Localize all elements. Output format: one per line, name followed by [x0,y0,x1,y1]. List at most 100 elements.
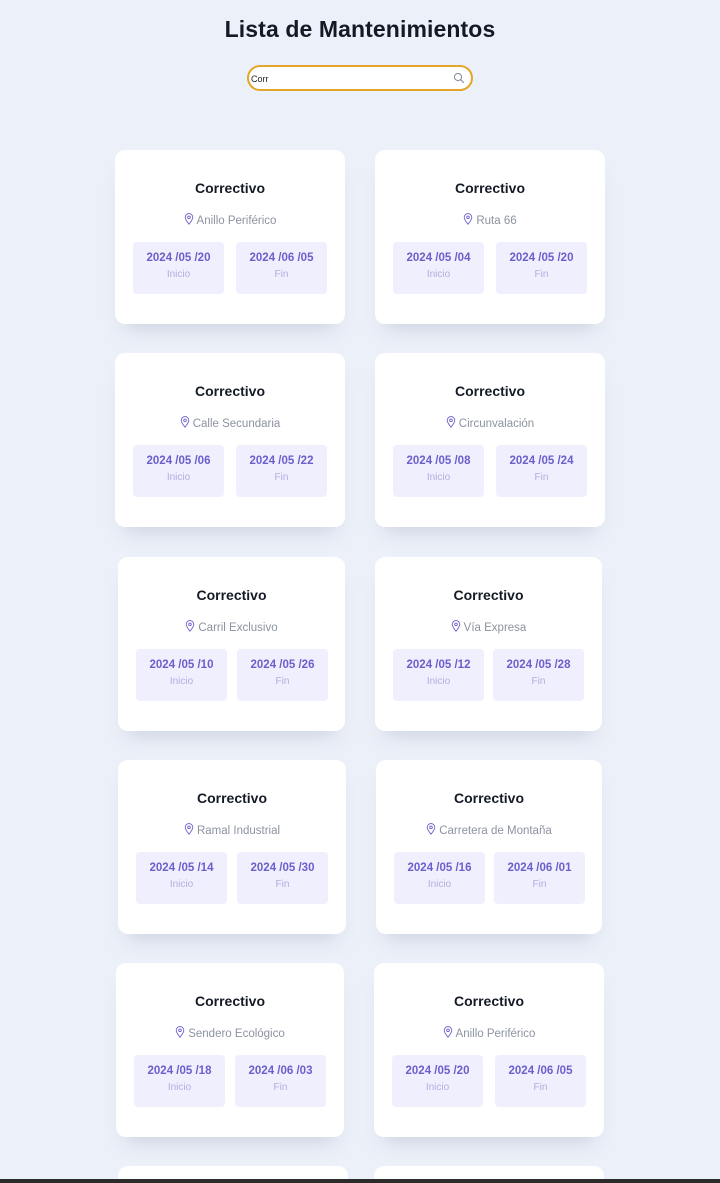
card-location: Circunvalación [375,416,605,430]
end-label: Fin [274,472,289,483]
start-date: 2024 /05 /14 [149,862,214,874]
card-type: Correctivo [196,587,267,603]
location-pin-icon [426,823,436,835]
start-date: 2024 /05 /18 [147,1065,212,1077]
end-date-box: 2024 /05 /22 Fin [236,445,327,497]
end-label: Fin [273,1082,288,1093]
start-date-box: 2024 /05 /10 Inicio [136,649,227,701]
start-date-box: 2024 /05 /14 Inicio [136,852,227,904]
end-date-box: 2024 /05 /28 Fin [493,649,584,701]
end-date-box: 2024 /05 /24 Fin [496,445,587,497]
start-date-box: 2024 /05 /16 Inicio [394,852,485,904]
start-date-box: 2024 /05 /08 Inicio [393,445,484,497]
location-pin-icon [443,1026,452,1038]
location-label: Ramal Industrial [196,825,281,837]
end-date: 2024 /06 /03 [248,1065,313,1077]
card-location: Vía Expresa [375,620,602,634]
end-date: 2024 /06 /05 [508,1065,573,1077]
start-label: Inicio [426,676,451,687]
location-pin-icon [175,1026,185,1038]
maintenance-card[interactable]: Correctivo Carretera de Montaña 2024 /05… [376,760,602,934]
start-date-box: 2024 /05 /12 Inicio [393,649,484,701]
location-label: Vía Expresa [463,622,527,634]
end-date-box: 2024 /06 /05 Fin [495,1055,586,1107]
start-label: Inicio [166,269,191,280]
end-label: Fin [531,676,546,687]
start-date: 2024 /05 /16 [407,862,472,874]
end-label: Fin [275,676,290,687]
card-type: Correctivo [453,790,525,806]
end-date: 2024 /06 /05 [249,252,314,264]
end-date-box: 2024 /06 /01 Fin [494,852,585,904]
location-pin-icon [451,620,460,632]
end-date-box: 2024 /06 /05 Fin [236,242,327,294]
start-label: Inicio [166,472,191,483]
start-date: 2024 /05 /04 [406,252,471,264]
card-location: Carril Exclusivo [118,620,345,634]
maintenance-card[interactable]: Correctivo Vía Expresa 2024 /05 /12 Inic… [375,557,602,731]
card-type: Correctivo [196,790,268,806]
end-label: Fin [534,269,549,280]
start-label: Inicio [425,1082,450,1093]
maintenance-card[interactable]: Correctivo Ruta 66 2024 /05 /04 Inicio 2… [375,150,605,324]
location-label: Sendero Ecológico [188,1028,285,1040]
end-date-box: 2024 /05 /26 Fin [237,649,328,701]
end-date-box: 2024 /06 /03 Fin [235,1055,326,1107]
start-label: Inicio [426,269,451,280]
bottom-bar [0,1179,720,1183]
start-date: 2024 /05 /12 [406,659,471,671]
maintenance-card[interactable]: Correctivo Anillo Periférico 2024 /05 /2… [374,963,604,1137]
card-location: Ramal Industrial [118,823,346,837]
location-label: Ruta 66 [476,215,517,227]
location-pin-icon [446,416,456,428]
end-date: 2024 /05 /26 [250,659,315,671]
end-date: 2024 /05 /20 [509,252,574,264]
start-date: 2024 /05 /20 [405,1065,470,1077]
location-label: Carretera de Montaña [439,825,552,837]
card-type: Correctivo [194,993,266,1009]
card-type: Correctivo [453,993,525,1009]
location-pin-icon [186,620,195,632]
card-type: Correctivo [453,587,524,603]
location-label: Circunvalación [458,418,535,430]
maintenance-card[interactable]: Correctivo Ramal Industrial 2024 /05 /14… [118,760,346,934]
maintenance-card[interactable]: Correctivo Calle Secundaria 2024 /05 /06… [115,353,345,527]
maintenance-card[interactable]: Correctivo Carril Exclusivo 2024 /05 /10… [118,557,345,731]
end-date-box: 2024 /05 /30 Fin [237,852,328,904]
end-label: Fin [532,879,547,890]
end-date: 2024 /05 /28 [506,659,571,671]
start-date-box: 2024 /05 /04 Inicio [393,242,484,294]
location-pin-icon [184,823,194,835]
start-date-box: 2024 /05 /20 Inicio [392,1055,483,1107]
start-date: 2024 /05 /20 [146,252,211,264]
maintenance-card[interactable]: Correctivo Sendero Ecológico 2024 /05 /1… [116,963,344,1137]
start-label: Inicio [167,1082,192,1093]
location-label: Anillo Periférico [196,215,277,227]
end-label: Fin [274,269,289,280]
card-type: Correctivo [194,383,266,399]
location-label: Anillo Periférico [455,1028,536,1040]
maintenance-card[interactable]: Correctivo Circunvalación 2024 /05 /08 I… [375,353,605,527]
start-label: Inicio [169,879,194,890]
end-date: 2024 /05 /30 [250,862,315,874]
card-type: Correctivo [454,383,526,399]
end-label: Fin [275,879,290,890]
end-date-box: 2024 /05 /20 Fin [496,242,587,294]
start-date: 2024 /05 /06 [146,455,211,467]
start-label: Inicio [426,472,451,483]
location-pin-icon [180,416,189,428]
end-date: 2024 /05 /24 [509,455,574,467]
card-type: Correctivo [454,180,526,196]
location-pin-icon [464,213,473,225]
start-label: Inicio [169,676,194,687]
end-date: 2024 /05 /22 [249,455,314,467]
start-date-box: 2024 /05 /18 Inicio [134,1055,225,1107]
end-label: Fin [534,472,549,483]
card-location: Anillo Periférico [374,1026,604,1040]
location-label: Carril Exclusivo [198,622,278,634]
start-date-box: 2024 /05 /06 Inicio [133,445,224,497]
card-location: Sendero Ecológico [116,1026,344,1040]
start-label: Inicio [427,879,452,890]
start-date: 2024 /05 /10 [149,659,214,671]
maintenance-card[interactable]: Correctivo Anillo Periférico 2024 /05 /2… [115,150,345,324]
